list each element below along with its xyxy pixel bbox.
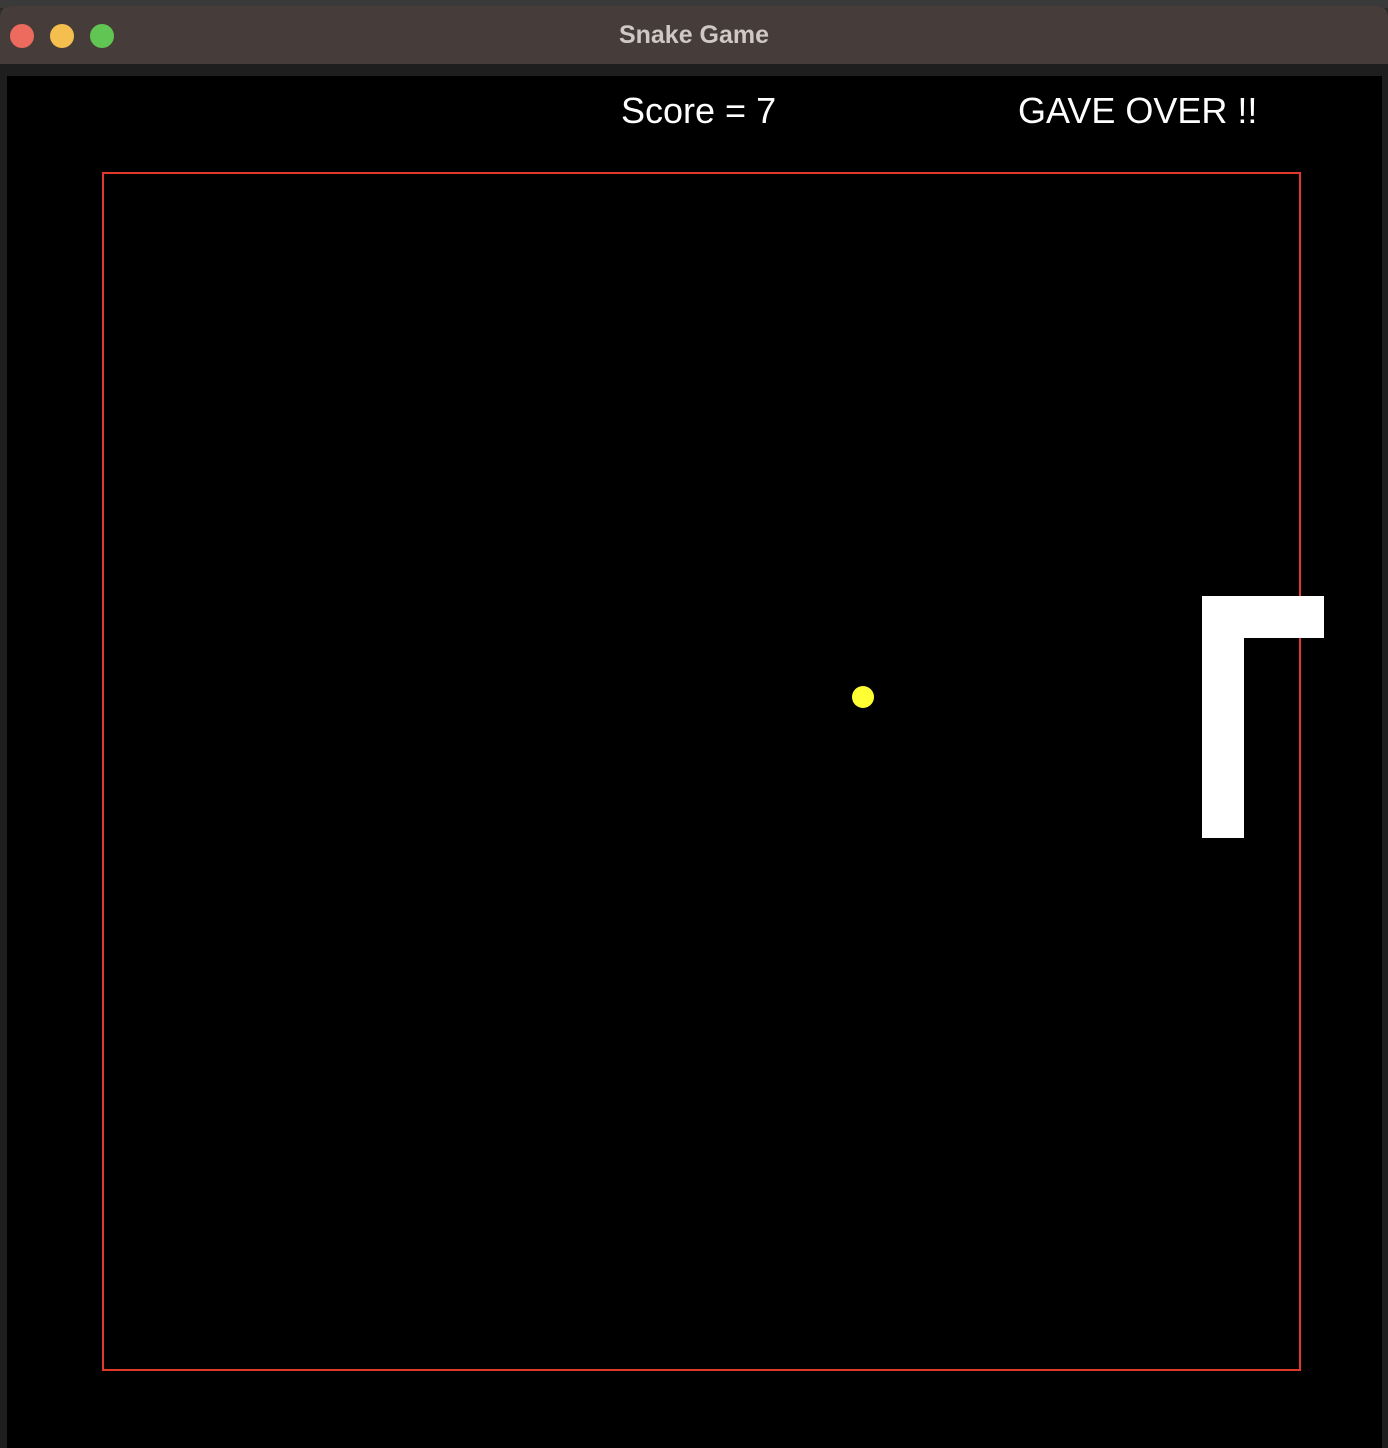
title-bar[interactable]: Snake Game	[0, 6, 1388, 65]
snake-game-window: Snake Game Score = 7 GAVE OVER !!	[0, 6, 1388, 1448]
score-label: Score = 7	[621, 90, 777, 131]
game-over-label: GAVE OVER !!	[1018, 90, 1258, 131]
food-pellet	[852, 686, 874, 708]
window-title: Snake Game	[618, 21, 770, 49]
game-canvas[interactable]: Score = 7 GAVE OVER !!	[7, 76, 1382, 1448]
window-content: Score = 7 GAVE OVER !!	[0, 64, 1388, 1448]
snake-segment-vertical	[1202, 596, 1244, 838]
play-area-border	[102, 172, 1301, 1371]
